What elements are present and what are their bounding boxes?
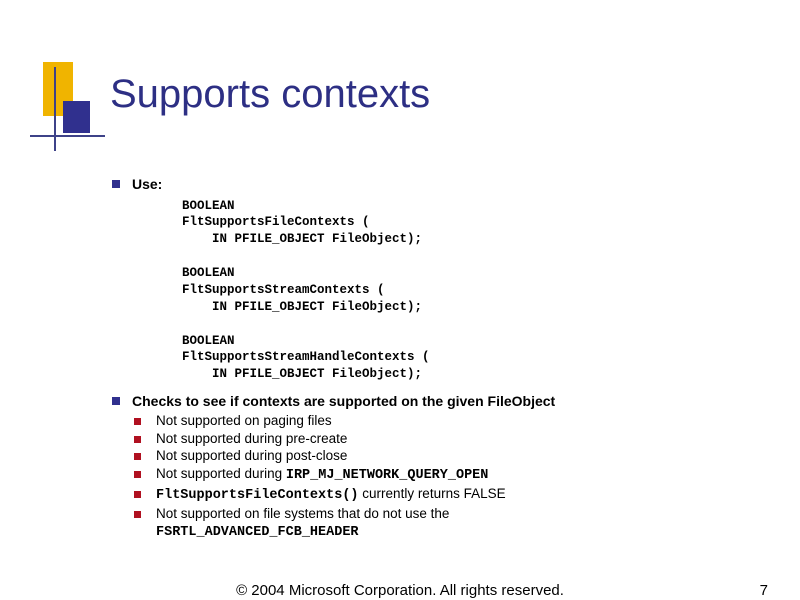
code-line: FltSupportsStreamHandleContexts ( (182, 350, 430, 364)
subbullet-postclose: Not supported during post-close (134, 448, 752, 465)
slide-title: Supports contexts (110, 72, 430, 117)
subbullet-text: Not supported during post-close (156, 448, 347, 463)
code-inline: IRP_MJ_NETWORK_QUERY_OPEN (286, 468, 489, 483)
deco-horizontal-line (30, 135, 105, 137)
code-block: BOOLEAN FltSupportsFileContexts ( IN PFI… (182, 198, 752, 384)
code-line: BOOLEAN (182, 266, 235, 280)
footer-page-number: 7 (760, 582, 768, 599)
code-line: BOOLEAN (182, 199, 235, 213)
subbullet-paging: Not supported on paging files (134, 413, 752, 430)
bullet-checks-label: Checks to see if contexts are supported … (132, 393, 555, 409)
subbullet-returns-false: FltSupportsFileContexts() currently retu… (134, 486, 752, 505)
subbullet-fcb-header: Not supported on file systems that do no… (134, 506, 752, 542)
slide-decoration (30, 62, 110, 152)
code-line: IN PFILE_OBJECT FileObject); (182, 300, 422, 314)
subbullet-network-query-open: Not supported during IRP_MJ_NETWORK_QUER… (134, 466, 752, 485)
code-inline: FltSupportsFileContexts() (156, 488, 359, 503)
subbullet-text: Not supported during pre-create (156, 431, 347, 446)
subbullet-text: Not supported during (156, 466, 286, 481)
slide-body: Use: BOOLEAN FltSupportsFileContexts ( I… (112, 176, 752, 543)
subbullet-text: Not supported on paging files (156, 413, 332, 428)
deco-navy-rect (63, 101, 90, 133)
subbullet-text: currently returns FALSE (359, 486, 506, 501)
code-inline: FSRTL_ADVANCED_FCB_HEADER (156, 525, 359, 540)
code-line: IN PFILE_OBJECT FileObject); (182, 367, 422, 381)
deco-vertical-line (54, 67, 56, 151)
code-line: FltSupportsStreamContexts ( (182, 283, 385, 297)
bullet-use-label: Use: (132, 176, 162, 192)
bullet-use: Use: (112, 176, 752, 194)
code-line: BOOLEAN (182, 334, 235, 348)
bullet-checks: Checks to see if contexts are supported … (112, 393, 752, 411)
footer-copyright: © 2004 Microsoft Corporation. All rights… (0, 582, 800, 599)
subbullet-text: Not supported on file systems that do no… (156, 506, 449, 521)
code-line: FltSupportsFileContexts ( (182, 215, 370, 229)
code-line: IN PFILE_OBJECT FileObject); (182, 232, 422, 246)
subbullet-precreate: Not supported during pre-create (134, 431, 752, 448)
